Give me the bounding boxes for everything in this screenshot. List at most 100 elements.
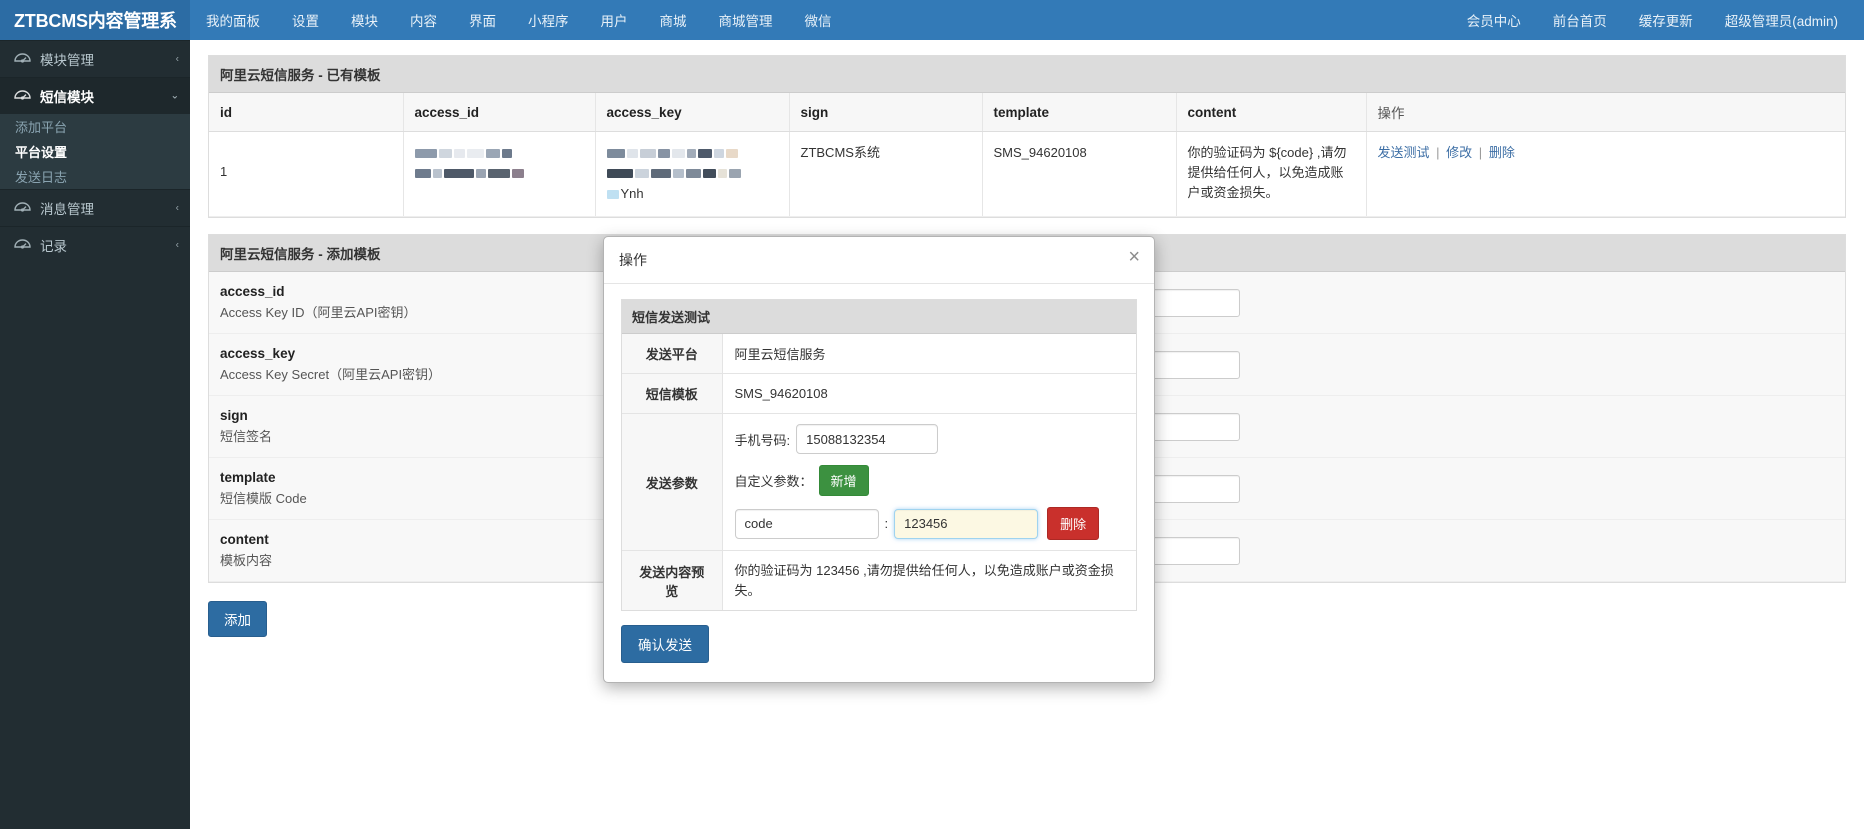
nav-shop[interactable]: 商城 [644, 0, 703, 40]
custom-param-label: 自定义参数： [734, 474, 813, 489]
modal-body: 短信发送测试 发送平台 阿里云短信服务 短信模板 SMS_94620108 发送… [604, 284, 1154, 682]
sms-test-title: 短信发送测试 [622, 300, 1136, 334]
value-content-preview: 你的验证码为 123456 ,请勿提供给任何人，以免造成账户或资金损失。 [722, 550, 1136, 610]
cell-access-key: Ynh [595, 131, 790, 218]
modal-row-platform: 发送平台 阿里云短信服务 [622, 334, 1136, 374]
cell-actions: 发送测试 | 修改 | 删除 [1366, 131, 1845, 218]
sidebar-item-sms-module[interactable]: 短信模块 ⌄ [0, 77, 190, 114]
sidebar-item-records[interactable]: 记录 ‹ [0, 226, 190, 263]
sidebar-item-label: 消息管理 [40, 202, 94, 217]
chevron-down-icon: ⌄ [170, 90, 179, 102]
sidebar-item-label: 记录 [40, 239, 67, 254]
nav-frontend-home[interactable]: 前台首页 [1537, 0, 1623, 40]
existing-templates-table: id access_id access_key sign template co… [209, 93, 1845, 218]
cell-content: 你的验证码为 ${code} ,请勿提供给任何人，以免造成账户或资金损失。 [1176, 131, 1367, 218]
custom-param-row: 自定义参数： 新增 [735, 465, 1125, 496]
action-send-test[interactable]: 发送测试 [1378, 145, 1430, 160]
column-header-sign: sign [789, 93, 983, 132]
dashboard-icon [12, 51, 32, 67]
cell-access-id [403, 131, 596, 218]
cell-template: SMS_94620108 [982, 131, 1177, 218]
column-header-access-id: access_id [403, 93, 596, 132]
existing-templates-panel: 阿里云短信服务 - 已有模板 id access_id access_key s… [208, 55, 1846, 219]
column-header-id: id [209, 93, 404, 132]
cell-id: 1 [209, 131, 404, 218]
nav-content[interactable]: 内容 [394, 0, 453, 40]
nav-account[interactable]: 超级管理员(admin) [1709, 0, 1854, 40]
close-icon[interactable]: × [1128, 247, 1140, 267]
redacted-access-id [414, 143, 584, 183]
nav-users[interactable]: 用户 [585, 0, 644, 40]
redacted-access-key: Ynh [606, 143, 778, 205]
chevron-left-icon: ‹ [175, 53, 179, 65]
add-button[interactable]: 添加 [208, 601, 267, 638]
nav-settings[interactable]: 设置 [276, 0, 335, 40]
nav-my-panel[interactable]: 我的面板 [190, 0, 276, 40]
confirm-send-button[interactable]: 确认发送 [621, 625, 709, 663]
sidebar-subitem-platform-settings[interactable]: 平台设置 [0, 139, 190, 164]
chevron-left-icon: ‹ [175, 202, 179, 214]
label-send-params: 发送参数 [622, 413, 723, 551]
table-header-row: id access_id access_key sign template co… [209, 93, 1845, 132]
sidebar-subitem-add-platform[interactable]: 添加平台 [0, 114, 190, 139]
modal-title: 操作 [619, 252, 647, 268]
phone-label: 手机号码: [734, 432, 791, 448]
confirm-wrap: 确认发送 [621, 611, 1137, 663]
nav-member-center[interactable]: 会员中心 [1451, 0, 1537, 40]
modal-row-params: 发送参数 手机号码: 自定义参数： 新增 [622, 413, 1136, 551]
table-row: 1 Ynh ZTBCMS系统 SMS_94620108 你的验证码为 ${cod… [209, 131, 1845, 218]
value-send-platform: 阿里云短信服务 [722, 334, 1136, 374]
modal-row-template: 短信模板 SMS_94620108 [622, 373, 1136, 414]
sidebar: 模块管理 ‹ 短信模块 ⌄ 添加平台 平台设置 发送日志 消息管理 ‹ 记录 ‹ [0, 40, 190, 829]
modal-row-preview: 发送内容预览 你的验证码为 123456 ,请勿提供给任何人，以免造成账户或资金… [622, 550, 1136, 610]
cell-access-key-text: Ynh [620, 186, 644, 202]
param-colon: : [884, 516, 889, 531]
sidebar-item-label: 模块管理 [40, 53, 94, 68]
operation-modal: 操作 × 短信发送测试 发送平台 阿里云短信服务 短信模板 SMS_946201… [603, 236, 1155, 683]
column-header-access-key: access_key [595, 93, 790, 132]
dashboard-icon [12, 88, 32, 104]
sidebar-item-message-management[interactable]: 消息管理 ‹ [0, 189, 190, 226]
nav-shop-admin[interactable]: 商城管理 [703, 0, 789, 40]
nav-miniprogram[interactable]: 小程序 [512, 0, 585, 40]
sms-test-panel: 短信发送测试 发送平台 阿里云短信服务 短信模板 SMS_94620108 发送… [621, 299, 1137, 611]
param-value-input[interactable] [894, 508, 1039, 539]
cell-sign: ZTBCMS系统 [789, 131, 983, 218]
sms-test-table: 发送平台 阿里云短信服务 短信模板 SMS_94620108 发送参数 手机号码… [622, 334, 1136, 610]
top-navbar: ZTBCMS内容管理系 我的面板 设置 模块 内容 界面 小程序 用户 商城 商… [0, 0, 1864, 40]
utility-nav: 会员中心 前台首页 缓存更新 超级管理员(admin) [1451, 0, 1864, 40]
dashboard-icon [12, 237, 32, 253]
dashboard-icon [12, 200, 32, 216]
action-edit[interactable]: 修改 [1446, 145, 1472, 160]
chevron-left-icon: ‹ [175, 239, 179, 251]
value-send-params: 手机号码: 自定义参数： 新增 : 删除 [722, 413, 1136, 551]
value-sms-template: SMS_94620108 [722, 373, 1136, 414]
brand-logo[interactable]: ZTBCMS内容管理系 [0, 0, 190, 40]
column-header-actions: 操作 [1366, 93, 1845, 132]
param-pair-row: : 删除 [734, 507, 1125, 540]
sidebar-submenu-sms: 添加平台 平台设置 发送日志 [0, 114, 190, 189]
existing-templates-title: 阿里云短信服务 - 已有模板 [209, 56, 1845, 93]
phone-row: 手机号码: [735, 424, 1125, 454]
param-key-input[interactable] [734, 508, 879, 539]
nav-wechat[interactable]: 微信 [789, 0, 848, 40]
nav-interface[interactable]: 界面 [453, 0, 512, 40]
column-header-content: content [1176, 93, 1367, 132]
add-param-button[interactable]: 新增 [818, 465, 869, 496]
primary-nav: 我的面板 设置 模块 内容 界面 小程序 用户 商城 商城管理 微信 [190, 0, 848, 40]
column-header-template: template [982, 93, 1177, 132]
sidebar-item-label: 短信模块 [40, 90, 94, 105]
delete-param-button[interactable]: 删除 [1047, 507, 1100, 540]
modal-header: 操作 × [604, 237, 1154, 284]
action-separator: | [1436, 145, 1440, 160]
sidebar-item-module-management[interactable]: 模块管理 ‹ [0, 40, 190, 77]
nav-modules[interactable]: 模块 [335, 0, 394, 40]
action-delete[interactable]: 删除 [1489, 145, 1515, 160]
label-content-preview: 发送内容预览 [622, 550, 723, 610]
sidebar-subitem-send-log[interactable]: 发送日志 [0, 164, 190, 189]
action-separator: | [1478, 145, 1483, 160]
label-sms-template: 短信模板 [622, 373, 723, 414]
label-send-platform: 发送平台 [622, 334, 723, 374]
nav-cache-refresh[interactable]: 缓存更新 [1623, 0, 1709, 40]
phone-input[interactable] [796, 424, 939, 454]
